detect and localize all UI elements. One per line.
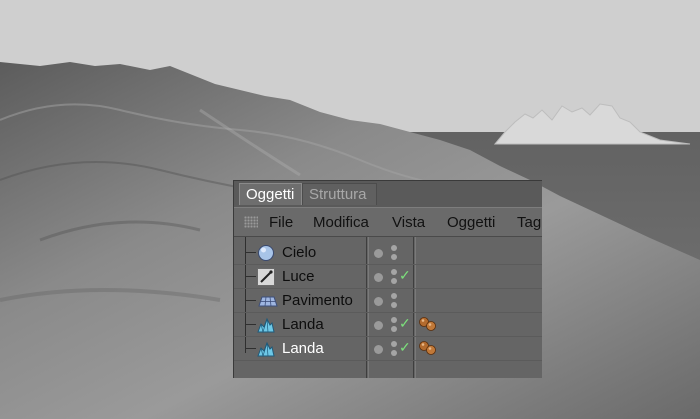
editor-visibility-dot[interactable] (391, 341, 397, 347)
tab-oggetti[interactable]: Oggetti (239, 183, 302, 205)
light-icon (257, 268, 275, 286)
tab-struttura[interactable]: Struttura (302, 183, 377, 205)
panel-menubar: File Modifica Vista Oggetti Tag (234, 207, 542, 237)
landscape-icon (257, 317, 275, 334)
editor-visibility-dot[interactable] (391, 293, 397, 299)
object-manager-panel: Oggetti Struttura File Modifica Vista Og… (233, 180, 542, 378)
floor-grid-icon (258, 296, 278, 307)
list-item-landa[interactable]: Landa ✓ (234, 313, 542, 337)
render-visibility-dot[interactable] (391, 302, 397, 308)
material-tag-icon[interactable] (418, 316, 440, 336)
menu-tag[interactable]: Tag (517, 214, 541, 231)
list-item-landa-selected[interactable]: Landa ✓ (234, 337, 542, 361)
tree-branch (245, 324, 256, 325)
object-list: Cielo Luce ✓ Pavimento Landa ✓ Landa ✓ (234, 237, 542, 378)
panel-tabs: Oggetti Struttura (234, 181, 542, 207)
visibility-dot[interactable] (374, 297, 383, 306)
editor-visibility-dot[interactable] (391, 269, 397, 275)
tree-branch (245, 348, 256, 349)
sky-sphere-icon (258, 245, 274, 261)
editor-visibility-dot[interactable] (391, 317, 397, 323)
render-visibility-dot[interactable] (391, 326, 397, 332)
menu-modifica[interactable]: Modifica (313, 214, 369, 231)
enabled-check-icon[interactable]: ✓ (399, 339, 411, 356)
render-visibility-dot[interactable] (391, 278, 397, 284)
object-name[interactable]: Pavimento (282, 292, 353, 309)
list-item-pavimento[interactable]: Pavimento (234, 289, 542, 313)
editor-visibility-dot[interactable] (391, 245, 397, 251)
tree-branch (245, 276, 256, 277)
object-name[interactable]: Luce (282, 268, 315, 285)
visibility-dot[interactable] (374, 321, 383, 330)
drag-grip-icon[interactable] (244, 216, 258, 228)
enabled-check-icon[interactable]: ✓ (399, 267, 411, 284)
list-item-luce[interactable]: Luce ✓ (234, 265, 542, 289)
tree-branch (245, 300, 256, 301)
menu-vista[interactable]: Vista (392, 214, 425, 231)
visibility-dot[interactable] (374, 249, 383, 258)
object-name[interactable]: Cielo (282, 244, 316, 261)
menu-file[interactable]: File (269, 214, 293, 231)
visibility-dot[interactable] (374, 273, 383, 282)
landscape-icon (257, 341, 275, 358)
render-visibility-dot[interactable] (391, 350, 397, 356)
visibility-dot[interactable] (374, 345, 383, 354)
enabled-check-icon[interactable]: ✓ (399, 315, 411, 332)
menu-oggetti[interactable]: Oggetti (447, 214, 495, 231)
material-tag-icon[interactable] (418, 340, 440, 360)
render-visibility-dot[interactable] (391, 254, 397, 260)
object-name[interactable]: Landa (282, 340, 324, 357)
object-name[interactable]: Landa (282, 316, 324, 333)
tree-branch (245, 252, 256, 253)
list-item-cielo[interactable]: Cielo (234, 241, 542, 265)
